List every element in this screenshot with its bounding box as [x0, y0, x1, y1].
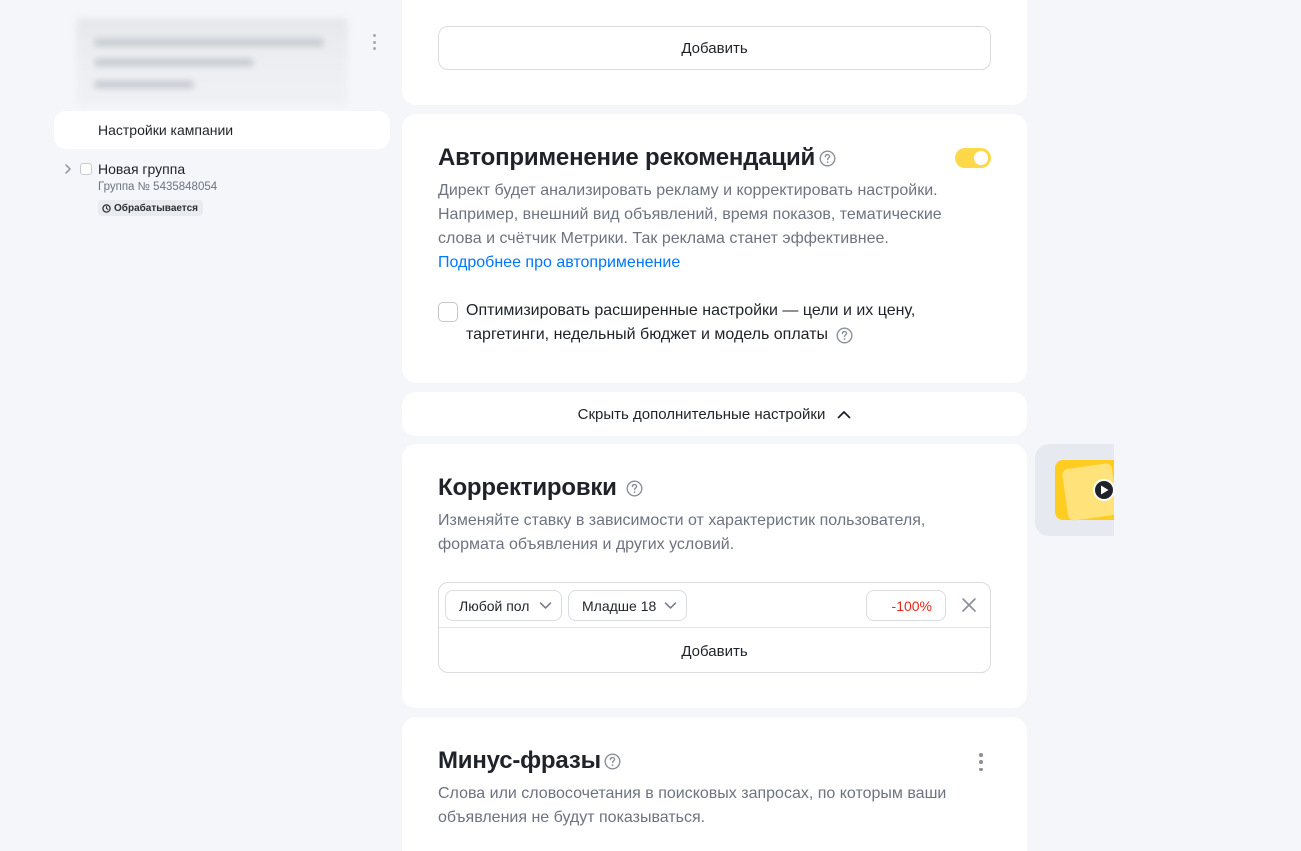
question-circle-icon[interactable] — [819, 150, 836, 167]
adjustment-row: Любой пол Младше 18 -100% — [439, 583, 990, 628]
checkbox-label-line: таргетинги, недельный бюджет и модель оп… — [466, 323, 966, 347]
sidebar-item-label: Настройки кампании — [98, 122, 234, 138]
top-card: Добавить — [402, 0, 1027, 105]
chevron-down-icon — [664, 602, 677, 609]
status-badge: Обрабатывается — [98, 200, 203, 216]
adjustments-table: Любой пол Младше 18 -100% Добавить — [438, 582, 991, 673]
gender-select[interactable]: Любой пол — [445, 590, 562, 621]
minus-phrases-card: Минус-фразы Слова или словосочетания в п… — [402, 717, 1027, 851]
campaign-more-icon[interactable] — [366, 32, 382, 52]
adjustments-title: Корректировки — [438, 474, 617, 501]
chevron-down-icon — [539, 602, 552, 609]
chevron-up-icon — [837, 410, 851, 418]
optimize-advanced-label[interactable]: Оптимизировать расширенные настройки — ц… — [466, 299, 966, 347]
minus-phrases-description: Слова или словосочетания в поисковых зап… — [438, 782, 946, 830]
status-badge-label: Обрабатывается — [114, 202, 198, 214]
question-circle-icon[interactable] — [626, 480, 643, 497]
question-circle-icon[interactable] — [604, 753, 621, 770]
optimize-advanced-checkbox[interactable] — [438, 302, 458, 322]
age-select[interactable]: Младше 18 — [568, 590, 687, 621]
gender-select-value: Любой пол — [459, 597, 530, 614]
autoapply-card: Автоприменение рекомендаций Директ будет… — [402, 114, 1027, 383]
toggle-knob — [974, 151, 988, 165]
group-name[interactable]: Новая группа — [98, 161, 185, 177]
more-vertical-icon[interactable] — [976, 753, 986, 771]
description-line: Изменяйте ставку в зависимости от характ… — [438, 512, 926, 529]
bid-adjustment-value: -100% — [891, 597, 932, 614]
sidebar: Настройки кампании Новая группа Группа №… — [0, 0, 402, 851]
clock-icon — [102, 203, 111, 213]
bid-adjustment-input[interactable]: -100% — [866, 590, 946, 621]
hide-settings-button[interactable]: Скрыть дополнительные настройки — [402, 392, 1027, 436]
minus-phrases-title: Минус-фразы — [438, 747, 601, 774]
question-circle-icon[interactable] — [836, 326, 853, 344]
group-checkbox[interactable] — [80, 163, 92, 175]
description-line: объявления не будут показываться. — [438, 809, 706, 826]
checkbox-label-line: Оптимизировать расширенные настройки — ц… — [466, 302, 916, 319]
description-line: слова и счётчик Метрики. Так реклама ста… — [438, 230, 889, 247]
autoapply-more-link[interactable]: Подробнее про автоприменение — [438, 254, 680, 272]
hide-settings-label: Скрыть дополнительные настройки — [577, 405, 826, 423]
description-line: Например, внешний вид объявлений, время … — [438, 206, 942, 223]
checkbox-label-text: таргетинги, недельный бюджет и модель оп… — [466, 326, 829, 343]
add-button[interactable]: Добавить — [438, 26, 991, 70]
description-line: формата объявления и других условий. — [438, 536, 735, 553]
group-number: Группа № 5435848054 — [98, 181, 218, 193]
chevron-right-icon[interactable] — [62, 163, 74, 175]
autoapply-toggle[interactable] — [955, 148, 991, 168]
description-line: Директ будет анализировать рекламу и кор… — [438, 182, 938, 199]
play-icon — [1093, 479, 1114, 501]
age-select-value: Младше 18 — [582, 597, 657, 614]
campaign-title-blurred — [76, 18, 348, 106]
adjustments-description: Изменяйте ставку в зависимости от характ… — [438, 509, 925, 557]
video-help-widget[interactable] — [1035, 444, 1114, 536]
sidebar-item-campaign-settings[interactable]: Настройки кампании — [54, 111, 390, 149]
description-line: Слова или словосочетания в поисковых зап… — [438, 785, 947, 802]
adjustments-card: Корректировки Изменяйте ставку в зависим… — [402, 444, 1027, 708]
add-adjustment-button[interactable]: Добавить — [439, 629, 990, 673]
autoapply-description: Директ будет анализировать рекламу и кор… — [438, 179, 942, 251]
sidebar-group-item: Новая группа Группа № 5435848054 Обрабат… — [60, 160, 390, 220]
close-icon[interactable] — [959, 595, 979, 615]
autoapply-title: Автоприменение рекомендаций — [438, 144, 816, 171]
